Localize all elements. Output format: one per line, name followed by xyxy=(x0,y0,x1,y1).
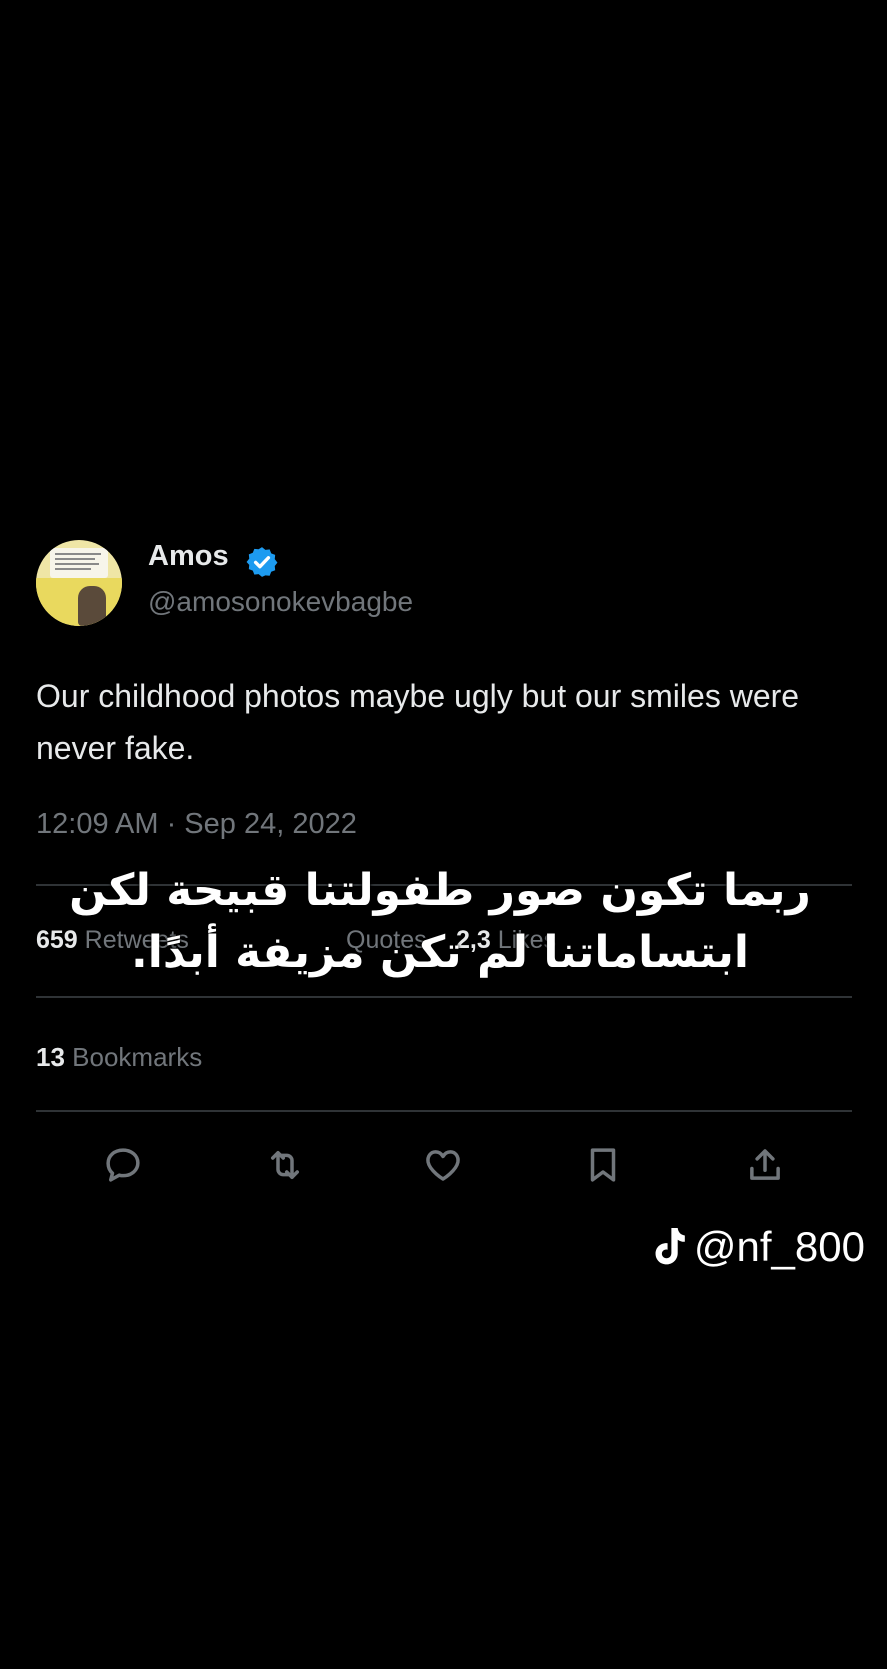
reply-button[interactable] xyxy=(98,1140,148,1190)
display-name[interactable]: Amos xyxy=(148,542,229,571)
caption-line-1: ربما تكون صور طفولتنا قبيحة لكن xyxy=(69,865,811,916)
user-handle[interactable]: @amosonokevbagbe xyxy=(148,588,413,616)
tweet-actions xyxy=(0,1140,887,1190)
retweet-icon xyxy=(271,1151,299,1179)
watermark-text: @nf_800 xyxy=(693,1223,865,1270)
share-icon xyxy=(750,1149,780,1180)
avatar-text-card xyxy=(50,548,108,578)
caption-line-2: ابتساماتنا لم تكن مزيفة أبدًا. xyxy=(131,927,749,978)
avatar[interactable] xyxy=(36,540,122,626)
share-button[interactable] xyxy=(740,1140,790,1190)
verified-badge-icon xyxy=(246,547,278,577)
bookmark-button[interactable] xyxy=(578,1140,628,1190)
arabic-caption-overlay: ربما تكون صور طفولتنا قبيحة لكن ابتسامات… xyxy=(60,860,820,984)
avatar-person xyxy=(78,586,106,626)
bookmark-icon xyxy=(590,1148,616,1182)
bookmarks-label: Bookmarks xyxy=(72,1042,203,1072)
tweet-text: Our childhood photos maybe ugly but our … xyxy=(36,678,800,766)
bookmarks-count: 13 xyxy=(36,1042,65,1072)
reply-icon xyxy=(106,1148,140,1182)
divider xyxy=(36,1110,852,1112)
heart-icon xyxy=(426,1150,460,1181)
tiktok-watermark: @nf_800 xyxy=(650,1222,865,1272)
bookmarks-stat[interactable]: 13 Bookmarks xyxy=(36,1044,202,1070)
tweet-card: Amos @amosonokevbagbe Our childhood phot… xyxy=(0,0,887,1669)
tiktok-icon xyxy=(655,1228,685,1265)
divider xyxy=(36,996,852,998)
like-button[interactable] xyxy=(418,1140,468,1190)
tweet-timestamp[interactable]: 12:09 AM · Sep 24, 2022 xyxy=(36,810,357,839)
retweet-button[interactable] xyxy=(260,1140,310,1190)
